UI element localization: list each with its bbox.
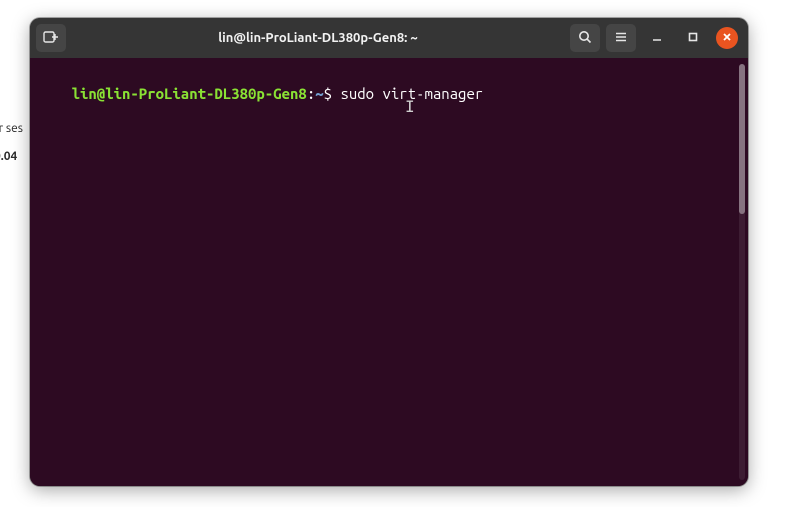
minimize-icon xyxy=(651,31,663,46)
prompt-separator: : xyxy=(307,85,315,102)
hamburger-icon xyxy=(614,30,628,47)
prompt-user-host: lin@lin-ProLiant-DL380p-Gen8 xyxy=(72,85,307,102)
background-window-sliver: er ses 0.04 xyxy=(0,0,30,507)
prompt-symbol: $ xyxy=(324,85,332,102)
maximize-button[interactable] xyxy=(678,24,708,52)
scrollbar-thumb[interactable] xyxy=(739,64,745,214)
new-tab-button[interactable] xyxy=(36,24,66,52)
search-icon xyxy=(578,30,592,47)
prompt-line: lin@lin-ProLiant-DL380p-Gen8:~$ sudo vir… xyxy=(72,85,484,102)
bg-text: er ses xyxy=(0,122,23,135)
bg-text: 0.04 xyxy=(0,150,17,163)
new-tab-icon xyxy=(43,30,59,47)
search-button[interactable] xyxy=(570,24,600,52)
maximize-icon xyxy=(687,31,699,46)
text-cursor-ibeam: I xyxy=(405,96,415,118)
close-button[interactable] xyxy=(716,27,738,49)
window-title: lin@lin-ProLiant-DL380p-Gen8: ~ xyxy=(72,31,564,45)
menu-button[interactable] xyxy=(606,24,636,52)
minimize-button[interactable] xyxy=(642,24,672,52)
title-bar[interactable]: lin@lin-ProLiant-DL380p-Gen8: ~ xyxy=(30,18,748,58)
close-icon xyxy=(722,31,732,45)
terminal-area[interactable]: lin@lin-ProLiant-DL380p-Gen8:~$ sudo vir… xyxy=(30,58,748,486)
prompt-cwd: ~ xyxy=(315,85,323,102)
terminal-window: lin@lin-ProLiant-DL380p-Gen8: ~ xyxy=(30,18,748,486)
